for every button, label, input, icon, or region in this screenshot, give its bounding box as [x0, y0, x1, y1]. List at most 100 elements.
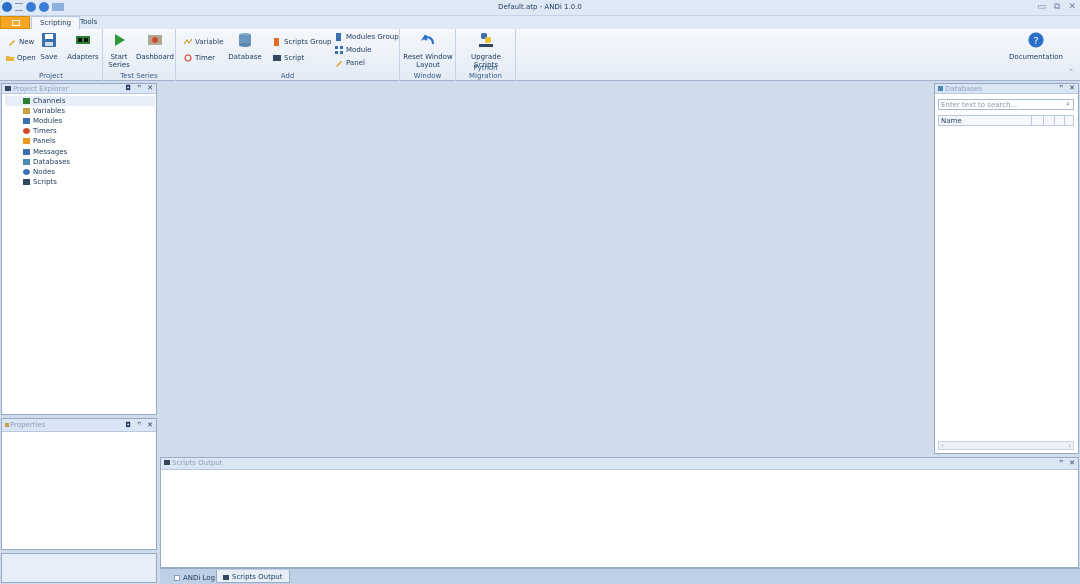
properties-icon	[5, 423, 9, 427]
databases-header: Databases ꟸ ✕	[935, 84, 1078, 94]
channels-icon	[23, 98, 30, 105]
add-timer-button[interactable]: Timer	[184, 54, 215, 62]
close-icon[interactable]: ✕	[147, 421, 153, 429]
float-icon[interactable]: ◘	[126, 84, 132, 92]
project-explorer-icon	[5, 86, 11, 91]
pin-icon[interactable]: ꟸ	[1059, 84, 1063, 92]
title-bar: Default.atp - ANDi 1.0.0 ▭ ⧉ ✕	[0, 0, 1080, 16]
properties-description-area	[1, 553, 157, 583]
database-grid-header: Name	[938, 115, 1074, 126]
ribbon-tab-row: Scripting Tools	[0, 16, 1080, 29]
tree-item-timers[interactable]: Timers	[5, 126, 155, 136]
scripts-output-header: Scripts Output ꟸ ✕	[161, 458, 1078, 470]
scripts-output-icon	[164, 460, 170, 465]
new-button[interactable]: New	[8, 38, 34, 46]
log-icon	[174, 574, 180, 581]
close-icon[interactable]: ✕	[1068, 2, 1076, 12]
start-series-button[interactable]: Start Series	[107, 32, 131, 69]
save-button[interactable]: Save	[39, 32, 59, 61]
dashboard-button[interactable]: Dashboard	[135, 32, 175, 61]
variable-icon	[184, 38, 192, 45]
new-icon	[9, 40, 15, 46]
tree-item-variables[interactable]: Variables	[5, 106, 155, 116]
save-icon	[42, 33, 56, 47]
module-icon	[335, 46, 343, 54]
add-scripts-group-button[interactable]: Scripts Group	[273, 38, 332, 46]
project-explorer-panel: Project Explorer ◘ ꟸ ✕ Channels Variables …	[1, 83, 157, 415]
add-script-button[interactable]: Script	[273, 54, 304, 62]
documentation-button[interactable]: ? Documentation	[1008, 32, 1064, 61]
messages-icon	[23, 148, 30, 155]
close-icon[interactable]: ✕	[1069, 84, 1075, 92]
variables-icon	[23, 108, 30, 115]
play-icon	[115, 34, 125, 46]
tree-item-modules[interactable]: Modules	[5, 116, 155, 126]
restore-icon[interactable]: ⧉	[1054, 2, 1060, 12]
nodes-icon	[23, 168, 30, 175]
project-tree: Channels Variables Modules Timers Panels…	[5, 96, 155, 187]
collapse-ribbon-icon[interactable]: ⌃	[1068, 68, 1074, 76]
add-module-button[interactable]: Module	[335, 46, 371, 54]
script-icon	[273, 55, 281, 61]
tree-item-scripts[interactable]: Scripts	[5, 177, 155, 187]
databases-panel: Databases ꟸ ✕ Enter text to search... ⌕ N…	[934, 83, 1079, 454]
scripts-icon	[23, 178, 30, 185]
panels-icon	[23, 138, 30, 145]
svg-text:?: ?	[1033, 36, 1038, 47]
minimize-icon[interactable]: ▭	[1038, 2, 1047, 12]
properties-panel: Properties ◘ ꟸ ✕	[1, 418, 157, 550]
adapters-button[interactable]: Adapters	[66, 32, 100, 61]
add-database-button[interactable]: Database	[228, 32, 262, 61]
horizontal-scrollbar[interactable]: ‹ ›	[938, 441, 1074, 450]
databases-icon	[938, 86, 943, 91]
float-icon[interactable]: ◘	[126, 421, 132, 429]
scripts-output-icon	[223, 574, 229, 580]
tab-tools[interactable]: Tools	[72, 16, 105, 29]
tree-item-channels[interactable]: Channels	[5, 96, 155, 107]
open-button[interactable]: Open	[6, 54, 36, 62]
close-icon[interactable]: ✕	[147, 84, 153, 92]
application-menu-button[interactable]	[0, 16, 30, 29]
search-icon[interactable]: ⌕	[1066, 100, 1074, 109]
ribbon-group-python-migration: Upgrade Scripts Python Migration	[456, 29, 516, 81]
help-circle-icon: ?	[1028, 32, 1044, 48]
tree-item-messages[interactable]: Messages	[5, 146, 155, 156]
timer-icon	[184, 54, 192, 62]
close-icon[interactable]: ✕	[1069, 459, 1075, 467]
ribbon-group-project: New Open Save Adapters Project	[0, 29, 103, 81]
python-upgrade-icon	[479, 33, 493, 47]
ribbon-group-window: Reset Window Layout Window	[400, 29, 456, 81]
tree-item-nodes[interactable]: Nodes	[5, 167, 155, 177]
scripts-group-icon	[274, 38, 279, 46]
reset-window-layout-button[interactable]: Reset Window Layout	[402, 32, 454, 69]
timers-icon	[23, 128, 30, 135]
panel-pencil-icon	[336, 61, 342, 67]
pin-icon[interactable]: ꟸ	[137, 84, 141, 92]
column-header-name[interactable]: Name	[941, 117, 962, 125]
database-icon	[239, 33, 251, 47]
tab-scripts-output[interactable]: Scripts Output	[216, 570, 290, 583]
ribbon-group-test-series: Start Series Dashboard Test Series	[103, 29, 176, 81]
scripts-output-panel: Scripts Output ꟸ ✕	[160, 457, 1079, 568]
properties-header: Properties ◘ ꟸ ✕	[2, 419, 156, 432]
window-title: Default.atp - ANDi 1.0.0	[498, 3, 582, 11]
undo-arrow-icon	[420, 34, 435, 45]
database-search-input[interactable]: Enter text to search...	[938, 99, 1074, 110]
window-controls: ▭ ⧉ ✕	[1038, 2, 1077, 12]
bottom-dock-tabs: ANDi Log Scripts Output	[160, 568, 1080, 584]
pin-icon[interactable]: ꟸ	[137, 421, 141, 429]
tree-item-databases[interactable]: Databases	[5, 157, 155, 167]
add-panel-button[interactable]: Panel	[335, 59, 365, 67]
project-explorer-header: Project Explorer ◘ ꟸ ✕	[2, 84, 156, 94]
folder-icon	[6, 56, 14, 61]
add-variable-button[interactable]: Variable	[184, 38, 223, 46]
modules-group-icon	[336, 33, 341, 41]
ribbon-group-add: Variable Timer Database Scripts Group Sc…	[176, 29, 400, 81]
ribbon: New Open Save Adapters Project Start Ser…	[0, 29, 1080, 81]
add-modules-group-button[interactable]: Modules Group	[335, 33, 399, 41]
databases-icon	[23, 158, 30, 165]
pin-icon[interactable]: ꟸ	[1059, 459, 1063, 467]
modules-icon	[23, 118, 30, 125]
tree-item-panels[interactable]: Panels	[5, 136, 155, 146]
tab-andi-log[interactable]: ANDi Log	[168, 570, 221, 583]
